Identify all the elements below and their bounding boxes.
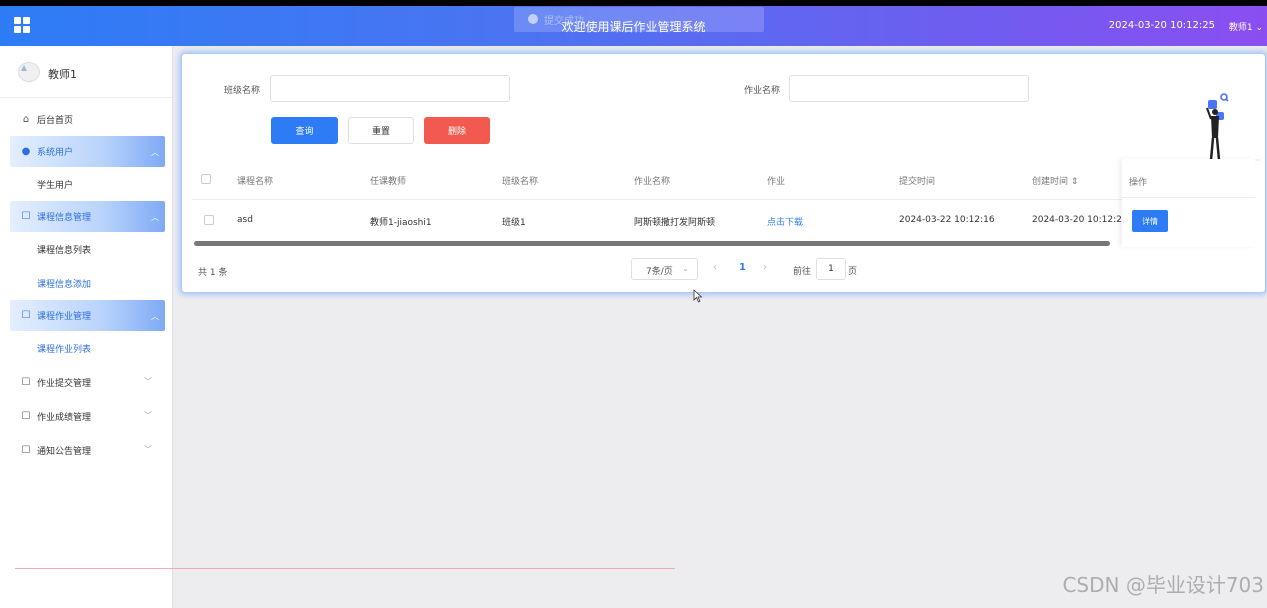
sidebar-item-label: 后台首页 <box>37 115 74 126</box>
sidebar-subitem-course-add[interactable]: 课程信息添加 <box>0 266 172 300</box>
pagination-total: 共 1 条 <box>198 268 228 278</box>
chevron-up-icon: ︿ <box>151 213 159 222</box>
app-header: 提交成功 欢迎使用课后作业管理系统 2024-03-20 10:12:25 教师… <box>0 6 1267 46</box>
header-divider <box>1122 197 1255 198</box>
mouse-cursor-icon <box>693 289 703 303</box>
cell-class-name: 班级1 <box>502 218 526 228</box>
reset-button[interactable]: 重置 <box>348 117 414 144</box>
sidebar-item-label: 作业提交管理 <box>37 378 92 389</box>
sidebar-item-label: 课程作业管理 <box>37 312 92 322</box>
select-all-checkbox[interactable] <box>201 174 211 184</box>
goto-label: 前往 <box>793 267 812 277</box>
col-header: 作业 <box>767 177 786 187</box>
sidebar-item-label: 作业成绩管理 <box>37 412 92 423</box>
user-menu[interactable]: 教师1 ⌄ <box>1229 20 1263 33</box>
goto-page-input[interactable]: 1 <box>816 258 846 280</box>
cell-submit-time: 2024-03-22 10:12:16 <box>899 215 995 225</box>
col-header-sortable[interactable]: 创建时间 ⇕ <box>1032 174 1078 187</box>
sidebar-subitem-homework-list[interactable]: 课程作业列表 <box>0 331 172 365</box>
cell-created-time: 2024-03-20 10:12:22 <box>1032 215 1128 225</box>
cell-course-name: asd <box>237 215 253 225</box>
header-datetime: 2024-03-20 10:12:25 <box>1108 20 1215 31</box>
cell-teacher: 教师1-jiaoshi1 <box>370 218 432 228</box>
sidebar-item-course-info[interactable]: ☐ 课程信息管理 ︿ <box>10 201 165 232</box>
horizontal-scrollbar[interactable] <box>194 241 1110 246</box>
sidebar-item-label: 通知公告管理 <box>37 446 92 457</box>
cell-homework-name: 阿斯顿撒打发阿斯顿 <box>634 218 716 228</box>
sidebar-subitem-student-users[interactable]: 学生用户 <box>0 167 172 201</box>
sidebar-item-label: 课程信息管理 <box>37 213 92 223</box>
sidebar-item-submission[interactable]: ☐ 作业提交管理 ﹀ <box>0 365 164 399</box>
search-illustration-icon <box>1180 93 1260 161</box>
col-header: 作业名称 <box>634 177 671 187</box>
profile: 教师1 <box>0 46 172 98</box>
sidebar: 教师1 ⌂ 后台首页 ● 系统用户 ︿ 学生用户 ☐ 课程信息管理 ︿ 课程信息… <box>0 46 675 608</box>
page-size-value: 7条/页 <box>646 267 673 277</box>
document-icon: ☐ <box>21 376 31 388</box>
divider-line <box>15 568 675 569</box>
col-header: 提交时间 <box>899 177 936 187</box>
row-checkbox[interactable] <box>204 215 214 225</box>
page-number[interactable]: 1 <box>739 262 746 273</box>
sidebar-item-grades[interactable]: ☐ 作业成绩管理 ﹀ <box>0 399 164 433</box>
page-size-select[interactable]: 7条/页 ⌄ <box>631 258 698 280</box>
query-button[interactable]: 查询 <box>271 117 338 144</box>
app-title: 欢迎使用课后作业管理系统 <box>561 20 706 34</box>
prev-page-button[interactable]: ‹ <box>713 262 717 273</box>
chevron-up-icon: ︿ <box>151 312 159 321</box>
chevron-down-icon: ﹀ <box>144 377 152 386</box>
col-header: 班级名称 <box>502 177 539 187</box>
detail-button[interactable]: 详情 <box>1132 210 1168 232</box>
watermark: CSDN @毕业设计703 <box>1062 573 1264 597</box>
homework-name-input[interactable] <box>789 75 1029 102</box>
main-card: 班级名称 作业名称 查询 重置 删除 课程名称 任课教师 班级名称 作业名称 作… <box>182 54 1265 292</box>
document-icon: ☐ <box>21 410 31 422</box>
download-link[interactable]: 点击下载 <box>767 215 803 228</box>
sidebar-item-home[interactable]: ⌂ 后台首页 <box>0 102 164 136</box>
sidebar-item-course-homework[interactable]: ☐ 课程作业管理 ︿ <box>10 300 165 331</box>
chevron-down-icon: ﹀ <box>144 445 152 454</box>
document-icon: ☐ <box>21 310 31 321</box>
chevron-up-icon: ︿ <box>151 148 159 157</box>
sidebar-subitem-course-list[interactable]: 课程信息列表 <box>0 232 172 266</box>
col-header-operation: 操作 <box>1129 178 1148 188</box>
sidebar-item-label: 系统用户 <box>37 148 74 158</box>
chevron-down-icon: ⌄ <box>682 264 689 273</box>
class-name-label: 班级名称 <box>224 86 261 96</box>
sidebar-item-notices[interactable]: ☐ 通知公告管理 ﹀ <box>0 433 164 467</box>
user-icon: ● <box>21 146 31 157</box>
profile-name: 教师1 <box>48 68 77 81</box>
class-name-input[interactable] <box>270 75 510 102</box>
sidebar-item-system-users[interactable]: ● 系统用户 ︿ <box>10 136 165 167</box>
header-divider <box>192 199 1255 200</box>
col-header: 任课教师 <box>370 177 407 187</box>
document-icon: ☐ <box>21 444 31 456</box>
avatar <box>18 62 40 82</box>
document-icon: ☐ <box>21 211 31 222</box>
delete-button[interactable]: 删除 <box>424 117 490 144</box>
homework-name-label: 作业名称 <box>744 86 781 96</box>
operation-column: 操作 详情 <box>1122 159 1255 247</box>
page-unit-label: 页 <box>848 267 858 277</box>
chevron-down-icon: ﹀ <box>144 411 152 420</box>
next-page-button[interactable]: › <box>763 262 767 273</box>
home-icon: ⌂ <box>22 113 30 125</box>
col-header: 课程名称 <box>237 177 274 187</box>
